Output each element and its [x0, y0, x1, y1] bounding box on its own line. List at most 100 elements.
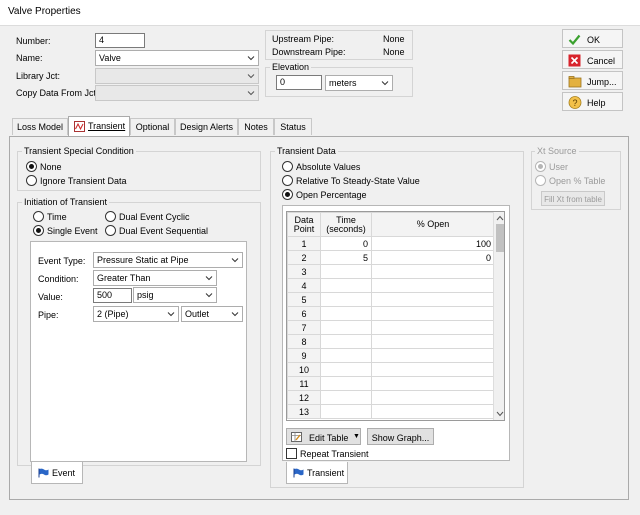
- table-row[interactable]: 9: [287, 348, 495, 363]
- tab-loss-model[interactable]: Loss Model: [12, 118, 68, 135]
- table-row[interactable]: 11: [287, 376, 495, 391]
- radio-relative[interactable]: [282, 175, 293, 186]
- table-row[interactable]: 12: [287, 390, 495, 405]
- table-row[interactable]: 6: [287, 306, 495, 321]
- show-graph-button[interactable]: Show Graph...: [367, 428, 434, 445]
- open-cell[interactable]: [371, 334, 495, 349]
- elevation-input[interactable]: 0: [276, 75, 322, 90]
- radio-absolute-label: Absolute Values: [296, 162, 361, 172]
- time-cell[interactable]: [320, 306, 372, 321]
- copy-select[interactable]: [95, 85, 259, 101]
- time-cell[interactable]: 5: [320, 250, 372, 265]
- time-cell[interactable]: [320, 348, 372, 363]
- pipe-end-select[interactable]: Outlet: [181, 306, 243, 322]
- time-cell[interactable]: [320, 404, 372, 419]
- radio-dual-cyclic[interactable]: [105, 211, 116, 222]
- col-header-time: Time (seconds): [320, 212, 372, 237]
- table-row[interactable]: 10: [287, 362, 495, 377]
- table-row[interactable]: 250: [287, 250, 495, 265]
- open-cell[interactable]: [371, 348, 495, 363]
- open-cell[interactable]: [371, 390, 495, 405]
- upstream-value: None: [383, 34, 405, 44]
- svg-text:?: ?: [572, 98, 577, 108]
- pipe-select[interactable]: 2 (Pipe): [93, 306, 179, 322]
- scrollbar-thumb[interactable]: [496, 224, 504, 252]
- library-select[interactable]: [95, 68, 259, 84]
- jump-button[interactable]: Jump...: [562, 71, 623, 90]
- time-cell[interactable]: [320, 390, 372, 405]
- table-row[interactable]: 8: [287, 334, 495, 349]
- time-cell[interactable]: [320, 320, 372, 335]
- pipe-label: Pipe:: [38, 310, 59, 320]
- fill-xt-button[interactable]: Fill Xt from table: [541, 191, 605, 206]
- cancel-button[interactable]: Cancel: [562, 50, 623, 69]
- radio-absolute[interactable]: [282, 161, 293, 172]
- open-cell[interactable]: [371, 404, 495, 419]
- col-header-point: Data Point: [287, 212, 321, 237]
- time-cell[interactable]: [320, 362, 372, 377]
- open-cell[interactable]: [371, 306, 495, 321]
- pipe-end-value: Outlet: [185, 309, 210, 319]
- ok-button[interactable]: OK: [562, 29, 623, 48]
- tab-optional[interactable]: Optional: [130, 118, 175, 135]
- row-number: 6: [287, 306, 321, 321]
- window-title: Valve Properties: [8, 6, 81, 17]
- condition-select[interactable]: Greater Than: [93, 270, 217, 286]
- radio-xt-table[interactable]: [535, 175, 546, 186]
- tab-notes[interactable]: Notes: [238, 118, 274, 135]
- open-cell[interactable]: [371, 278, 495, 293]
- chevron-up-icon[interactable]: [496, 215, 504, 221]
- radio-none-label: None: [40, 162, 62, 172]
- radio-dual-sequential[interactable]: [105, 225, 116, 236]
- table-row[interactable]: 13: [287, 404, 495, 419]
- table-row[interactable]: 7: [287, 320, 495, 335]
- chevron-down-icon: [205, 276, 213, 281]
- chevron-down-icon[interactable]: [496, 411, 504, 417]
- transient-table: Data Point Time (seconds) % Open 1 0 100 2 5…: [286, 211, 505, 421]
- value-unit-select[interactable]: psig: [133, 287, 217, 303]
- downstream-value: None: [383, 47, 405, 57]
- radio-time[interactable]: [33, 211, 44, 222]
- time-cell[interactable]: [320, 292, 372, 307]
- time-cell[interactable]: 0: [320, 236, 372, 251]
- flag-icon: [293, 468, 304, 478]
- value-input[interactable]: 500: [93, 288, 132, 303]
- open-cell[interactable]: [371, 264, 495, 279]
- table-row[interactable]: 5: [287, 292, 495, 307]
- number-input[interactable]: 4: [95, 33, 145, 48]
- edit-table-button[interactable]: Edit Table ▼: [286, 428, 361, 445]
- repeat-transient-checkbox[interactable]: [286, 448, 297, 459]
- radio-open-percentage[interactable]: [282, 189, 293, 200]
- event-type-select[interactable]: Pressure Static at Pipe: [93, 252, 243, 268]
- special-condition-legend: Transient Special Condition: [22, 146, 136, 156]
- radio-ignore[interactable]: [26, 175, 37, 186]
- table-row[interactable]: 4: [287, 278, 495, 293]
- open-cell[interactable]: [371, 362, 495, 377]
- radio-none[interactable]: [26, 161, 37, 172]
- open-cell[interactable]: 100: [371, 236, 495, 251]
- time-cell[interactable]: [320, 278, 372, 293]
- radio-xt-user[interactable]: [535, 161, 546, 172]
- time-cell[interactable]: [320, 376, 372, 391]
- open-cell[interactable]: 0: [371, 250, 495, 265]
- help-button[interactable]: ? Help: [562, 92, 623, 111]
- tab-status[interactable]: Status: [274, 118, 312, 135]
- table-row[interactable]: 1 0 100: [287, 236, 495, 251]
- transient-subtab[interactable]: Transient: [286, 462, 348, 484]
- table-row[interactable]: 3: [287, 264, 495, 279]
- name-combo[interactable]: Valve: [95, 50, 259, 66]
- open-cell[interactable]: [371, 320, 495, 335]
- tab-transient[interactable]: Transient: [68, 116, 130, 136]
- time-cell[interactable]: [320, 264, 372, 279]
- table-scrollbar[interactable]: [493, 212, 504, 420]
- event-type-label: Event Type:: [38, 256, 86, 266]
- elevation-unit-select[interactable]: meters: [325, 75, 393, 91]
- open-cell[interactable]: [371, 292, 495, 307]
- open-cell[interactable]: [371, 376, 495, 391]
- time-cell[interactable]: [320, 334, 372, 349]
- radio-single-event[interactable]: [33, 225, 44, 236]
- tab-design-alerts[interactable]: Design Alerts: [175, 118, 238, 135]
- event-subtab[interactable]: Event: [31, 462, 83, 484]
- cancel-label: Cancel: [587, 56, 616, 66]
- row-number: 9: [287, 348, 321, 363]
